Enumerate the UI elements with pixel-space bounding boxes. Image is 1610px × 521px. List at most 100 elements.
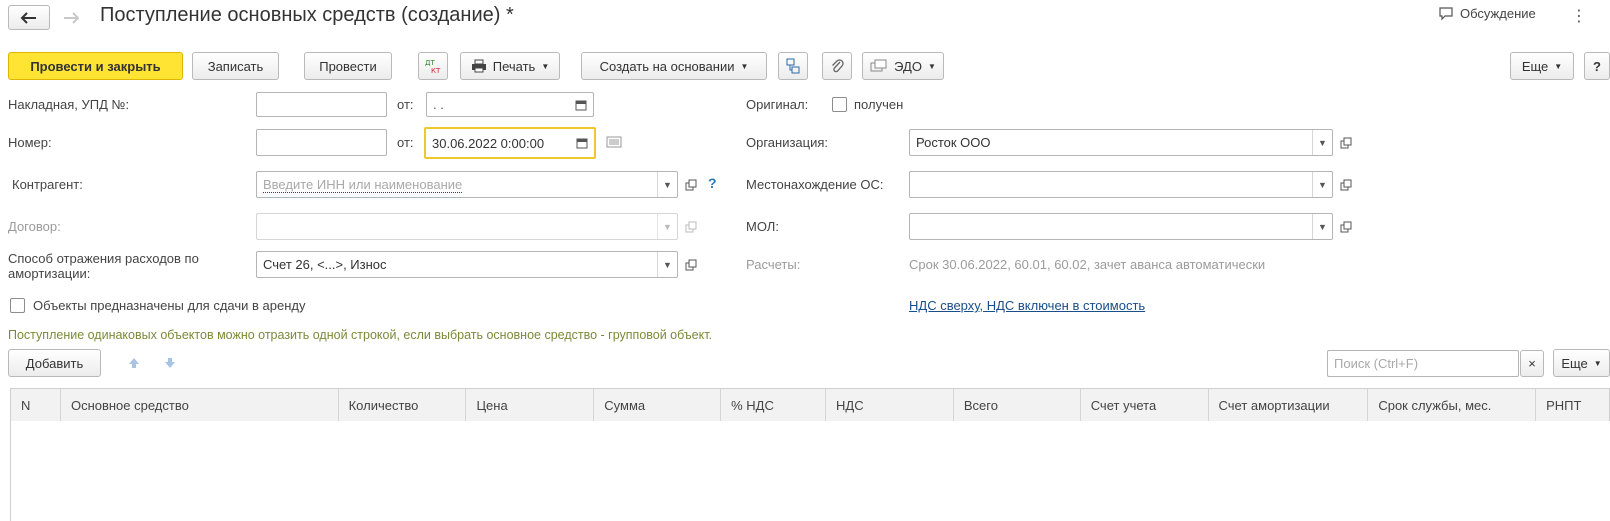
counterparty-input[interactable]: Введите ИНН или наименование ▼ — [256, 171, 678, 198]
counterparty-label: Контрагент: — [12, 177, 83, 192]
number-date-input[interactable]: 30.06.2022 0:00:00 — [424, 127, 596, 159]
column-header[interactable]: Количество — [339, 389, 467, 421]
column-header[interactable]: Всего — [954, 389, 1081, 421]
edo-icon — [870, 59, 887, 72]
vat-link[interactable]: НДС сверху, НДС включен в стоимость — [909, 298, 1145, 313]
calendar-icon[interactable] — [569, 93, 593, 116]
question-icon[interactable]: ? — [708, 175, 717, 191]
chevron-down-icon[interactable]: ▼ — [1312, 214, 1332, 239]
expense-method-input[interactable]: Счет 26, <...>, Износ ▼ — [256, 251, 678, 278]
structure-button[interactable] — [778, 52, 808, 80]
chevron-down-icon: ▼ — [927, 61, 936, 71]
open-icon[interactable] — [680, 172, 702, 197]
expense-method-value: Счет 26, <...>, Износ — [263, 257, 387, 272]
column-header[interactable]: РНПТ — [1536, 389, 1609, 421]
arrow-right-icon — [64, 11, 79, 24]
column-header[interactable]: НДС — [826, 389, 954, 421]
table-body[interactable] — [10, 421, 1610, 521]
chevron-down-icon[interactable]: ▼ — [1312, 172, 1332, 197]
received-label: получен — [854, 97, 904, 112]
received-checkbox[interactable] — [832, 97, 847, 112]
discussion-button[interactable]: Обсуждение — [1438, 6, 1536, 21]
column-header[interactable]: Сумма — [594, 389, 722, 421]
contract-label: Договор: — [8, 219, 61, 234]
open-icon[interactable] — [680, 252, 702, 277]
invoice-number-input[interactable] — [256, 92, 387, 117]
invoice-label: Накладная, УПД №: — [8, 97, 130, 112]
location-input[interactable]: ▼ — [909, 171, 1333, 198]
speech-bubble-icon — [1439, 6, 1453, 20]
rent-checkbox[interactable] — [10, 298, 25, 313]
move-down-button[interactable] — [158, 351, 182, 375]
open-icon[interactable] — [680, 214, 702, 239]
table-more-label: Еще — [1561, 355, 1588, 371]
column-header[interactable]: % НДС — [721, 389, 826, 421]
forward-button[interactable] — [56, 5, 86, 30]
discussion-label: Обсуждение — [1460, 6, 1536, 21]
create-based-on-label: Создать на основании — [599, 58, 735, 74]
svg-text:КТ: КТ — [431, 67, 441, 75]
svg-text:ДТ: ДТ — [425, 59, 435, 67]
open-icon[interactable] — [1335, 130, 1357, 155]
column-header[interactable]: Счет амортизации — [1209, 389, 1369, 421]
more-button[interactable]: Еще ▼ — [1510, 52, 1574, 80]
mol-input[interactable]: ▼ — [909, 213, 1333, 240]
number-date-value: 30.06.2022 0:00:00 — [432, 135, 545, 151]
arrow-left-icon — [20, 11, 36, 24]
help-button[interactable]: ? — [1584, 52, 1610, 80]
column-header[interactable]: Срок службы, мес. — [1368, 389, 1537, 421]
original-label: Оригинал: — [746, 97, 809, 112]
column-header[interactable]: N — [11, 389, 61, 421]
more-label: Еще — [1521, 58, 1549, 74]
settlements-value: Срок 30.06.2022, 60.01, 60.02, зачет ава… — [909, 257, 1266, 272]
print-label: Печать — [492, 58, 536, 74]
column-header[interactable]: Основное средство — [61, 389, 339, 421]
create-based-on-button[interactable]: Создать на основании ▼ — [581, 52, 767, 80]
number-label: Номер: — [8, 135, 52, 150]
arrow-down-icon — [165, 358, 175, 368]
back-button[interactable] — [8, 5, 50, 30]
move-up-button[interactable] — [122, 351, 146, 375]
organization-label: Организация: — [746, 135, 829, 150]
attach-button[interactable] — [822, 52, 852, 80]
edo-button[interactable]: ЭДО ▼ — [862, 52, 944, 80]
dt-kt-icon: ДТ КТ — [425, 59, 441, 75]
info-text: Поступление одинаковых объектов можно от… — [8, 328, 713, 342]
chevron-down-icon[interactable]: ▼ — [1312, 130, 1332, 155]
chevron-down-icon: ▼ — [1554, 61, 1563, 71]
chevron-down-icon[interactable]: ▼ — [657, 172, 677, 197]
chevron-down-icon: ▼ — [740, 61, 749, 71]
search-input[interactable]: Поиск (Ctrl+F) — [1327, 350, 1519, 377]
clear-search-button[interactable]: × — [1520, 350, 1544, 377]
chevron-down-icon: ▼ — [1593, 358, 1602, 368]
arrow-up-icon — [129, 358, 139, 368]
dt-kt-button[interactable]: ДТ КТ — [418, 52, 448, 80]
chevron-down-icon[interactable]: ▼ — [657, 214, 677, 239]
invoice-date-input[interactable]: . . — [426, 92, 594, 117]
paperclip-icon — [832, 59, 844, 73]
add-button[interactable]: Добавить — [8, 349, 101, 377]
open-icon[interactable] — [1335, 214, 1357, 239]
column-header[interactable]: Счет учета — [1081, 389, 1209, 421]
window-menu-icon[interactable]: ⋮ — [1571, 6, 1587, 26]
chevron-down-icon[interactable]: ▼ — [657, 252, 677, 277]
keyboard-icon[interactable] — [606, 136, 622, 151]
table-more-button[interactable]: Еще ▼ — [1553, 349, 1610, 377]
organization-input[interactable]: Росток ООО ▼ — [909, 129, 1333, 156]
post-button[interactable]: Провести — [304, 52, 392, 80]
number-input[interactable] — [256, 129, 387, 156]
organization-value: Росток ООО — [916, 135, 991, 150]
search-placeholder: Поиск (Ctrl+F) — [1334, 356, 1419, 371]
print-button[interactable]: Печать ▼ — [460, 52, 560, 80]
counterparty-placeholder: Введите ИНН или наименование — [263, 176, 463, 193]
save-button[interactable]: Записать — [192, 52, 279, 80]
open-icon[interactable] — [1335, 172, 1357, 197]
column-header[interactable]: Цена — [466, 389, 595, 421]
printer-icon — [471, 59, 486, 73]
settlements-label: Расчеты: — [746, 257, 801, 272]
post-and-close-button[interactable]: Провести и закрыть — [8, 52, 183, 80]
location-label: Местонахождение ОС: — [746, 177, 884, 192]
table-header: N Основное средство Количество Цена Сумм… — [10, 388, 1610, 422]
calendar-icon[interactable] — [570, 129, 594, 157]
contract-input[interactable]: ▼ — [256, 213, 678, 240]
